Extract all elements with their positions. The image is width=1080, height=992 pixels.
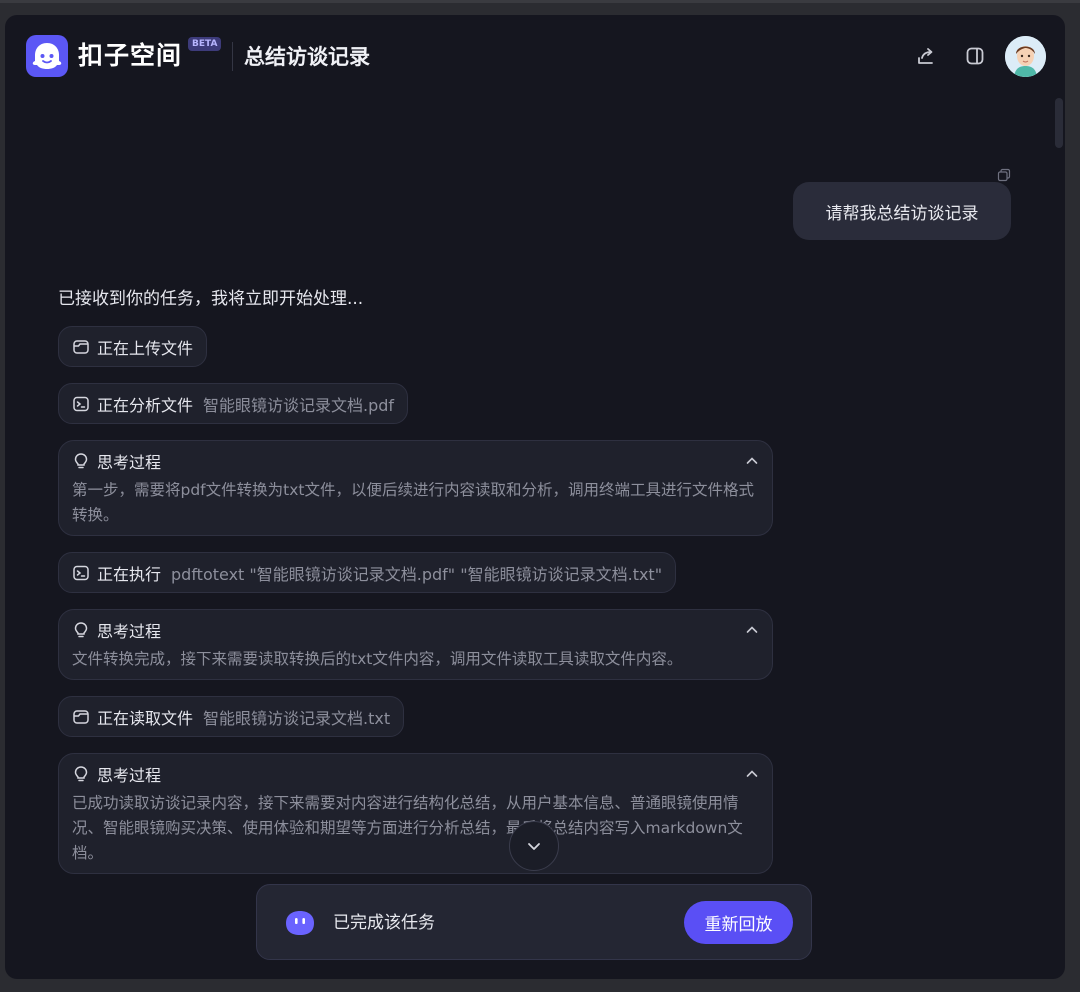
step-label: 正在上传文件 xyxy=(97,338,194,358)
chevron-up-icon[interactable] xyxy=(744,766,760,782)
logo-icon[interactable] xyxy=(26,35,68,77)
step-read-file[interactable]: 正在读取文件 智能眼镜访谈记录文档.txt xyxy=(58,696,405,737)
thinking-text: 第一步，需要将pdf文件转换为txt文件，以便后续进行内容读取和分析，调用终端工… xyxy=(72,481,754,524)
copy-icon[interactable] xyxy=(997,167,1011,182)
thinking-text: 已成功读取访谈记录内容，接下来需要对内容进行结构化总结，从用户基本信息、普通眼镜… xyxy=(72,794,743,862)
thinking-title: 思考过程 xyxy=(97,622,162,641)
assistant-bot-icon xyxy=(286,911,314,935)
sidebar-toggle-icon[interactable] xyxy=(962,43,988,69)
step-label: 正在执行 xyxy=(97,564,162,584)
replay-button[interactable]: 重新回放 xyxy=(684,901,793,944)
thinking-panel-3[interactable]: 思考过程 已成功读取访谈记录内容，接下来需要对内容进行结构化总结，从用户基本信息… xyxy=(58,753,773,874)
task-status-bar: 已完成该任务 重新回放 xyxy=(256,884,812,960)
thinking-title: 思考过程 xyxy=(97,453,162,472)
terminal-icon xyxy=(73,565,89,580)
folder-icon xyxy=(73,339,89,354)
step-label: 正在分析文件 xyxy=(97,395,194,415)
assistant-intro: 已接收到你的任务，我将立即开始处理... xyxy=(58,289,364,309)
beta-badge: BETA xyxy=(188,37,222,51)
scroll-to-bottom-button[interactable] xyxy=(509,821,559,871)
step-upload-file[interactable]: 正在上传文件 xyxy=(58,326,208,367)
page-title: 总结访谈记录 xyxy=(244,45,370,69)
brand-name: 扣子空间 xyxy=(78,41,183,70)
step-analyze-file[interactable]: 正在分析文件 智能眼镜访谈记录文档.pdf xyxy=(58,383,409,424)
step-label: 正在读取文件 xyxy=(97,708,194,728)
terminal-icon xyxy=(73,396,89,411)
share-icon[interactable] xyxy=(913,43,939,69)
header-divider xyxy=(232,42,233,71)
step-execute-command[interactable]: 正在执行 pdftotext "智能眼镜访谈记录文档.pdf" "智能眼镜访谈记… xyxy=(58,552,677,593)
lightbulb-icon xyxy=(74,766,88,782)
lightbulb-icon xyxy=(74,453,88,469)
chevron-up-icon[interactable] xyxy=(744,453,760,469)
thinking-text: 文件转换完成，接下来需要读取转换后的txt文件内容，调用文件读取工具读取文件内容… xyxy=(72,650,683,668)
thinking-title: 思考过程 xyxy=(97,766,162,785)
thinking-panel-1[interactable]: 思考过程 第一步，需要将pdf文件转换为txt文件，以便后续进行内容读取和分析，… xyxy=(58,440,773,536)
step-detail: 智能眼镜访谈记录文档.pdf xyxy=(203,395,395,415)
step-detail: 智能眼镜访谈记录文档.txt xyxy=(203,708,391,728)
chevron-up-icon[interactable] xyxy=(744,622,760,638)
lightbulb-icon xyxy=(74,622,88,638)
task-status-text: 已完成该任务 xyxy=(333,913,435,933)
thinking-panel-2[interactable]: 思考过程 文件转换完成，接下来需要读取转换后的txt文件内容，调用文件读取工具读… xyxy=(58,609,773,680)
chevron-down-icon xyxy=(528,843,540,850)
avatar[interactable] xyxy=(1005,36,1046,77)
app-window: 扣子空间 BETA 总结访谈记录 请帮我总结访谈记录 已接收到你的任务，我将立即… xyxy=(5,15,1065,979)
step-detail: pdftotext "智能眼镜访谈记录文档.pdf" "智能眼镜访谈记录文档.t… xyxy=(171,564,663,584)
window-top-border xyxy=(0,0,1080,3)
user-message-bubble: 请帮我总结访谈记录 xyxy=(793,182,1011,240)
folder-icon xyxy=(73,709,89,724)
scrollbar-thumb[interactable] xyxy=(1055,98,1063,148)
